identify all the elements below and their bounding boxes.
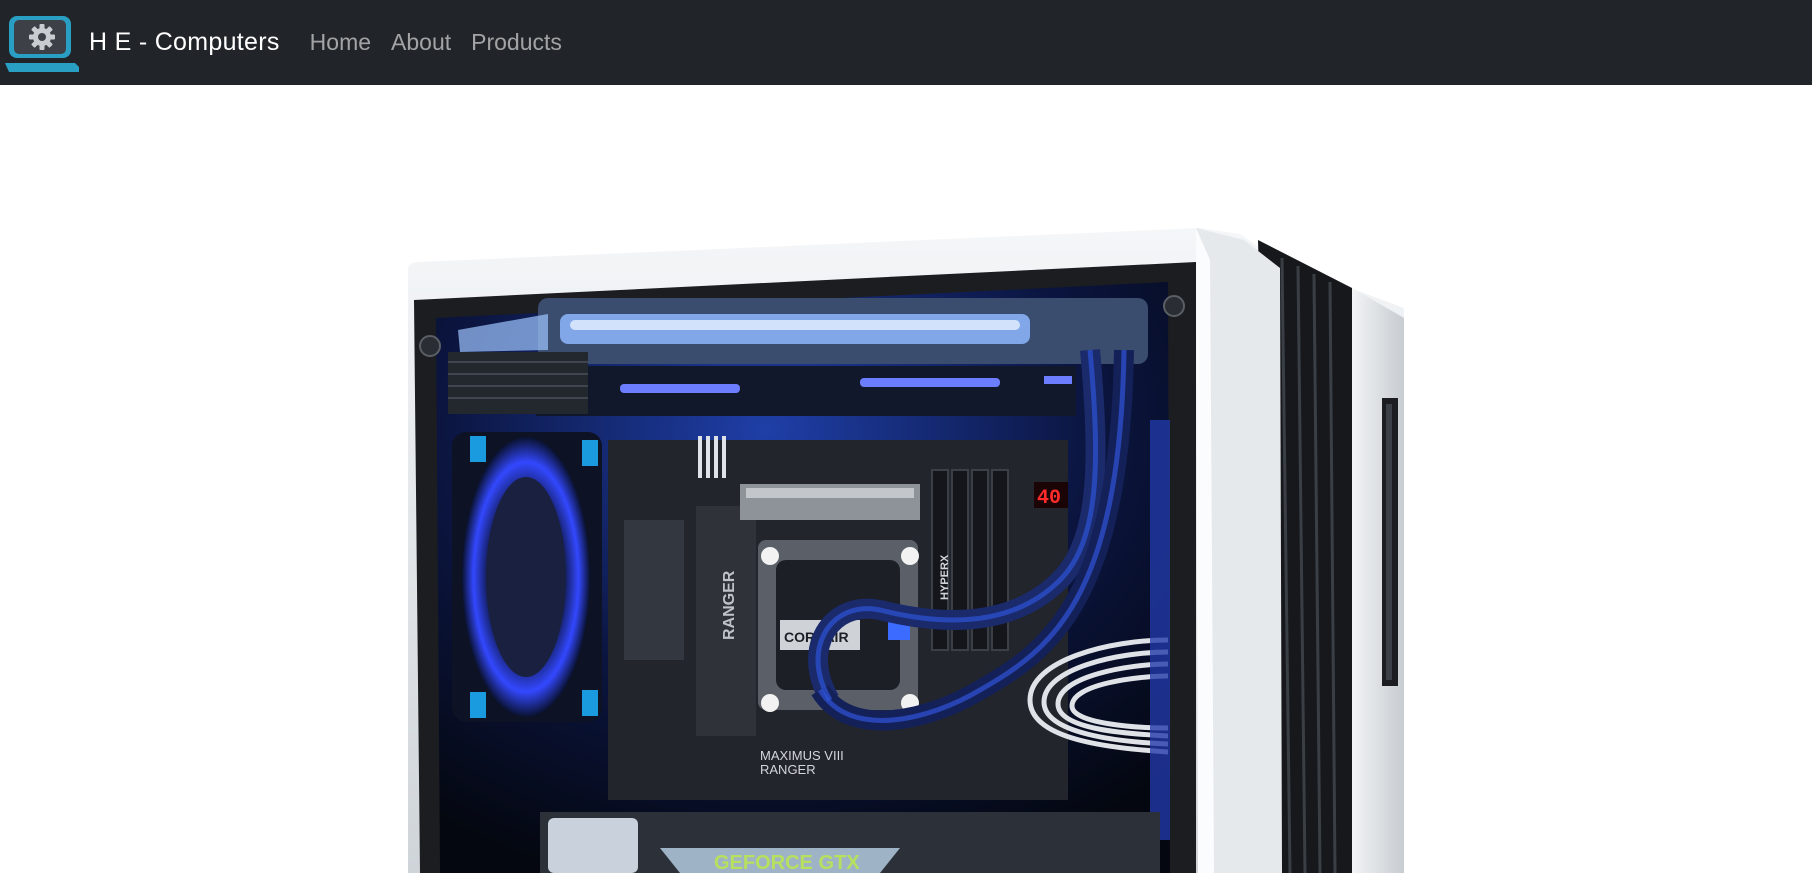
hero-section: RANGER CORSAIR HYPERX 40 MAXIMUS VIII RA… <box>0 85 1812 873</box>
top-navbar: H E - Computers Home About Products <box>0 0 1812 85</box>
nav-link-about[interactable]: About <box>391 29 451 56</box>
brand-link[interactable]: H E - Computers <box>0 0 280 85</box>
nav-link-home[interactable]: Home <box>310 29 371 56</box>
main-nav: Home About Products <box>310 29 582 56</box>
brand-name: H E - Computers <box>89 28 280 56</box>
gaming-pc-case-image: RANGER CORSAIR HYPERX 40 MAXIMUS VIII RA… <box>408 228 1404 873</box>
laptop-gear-icon <box>5 12 79 74</box>
ram-label: HYPERX <box>939 554 951 600</box>
board-name-line1: MAXIMUS VIII <box>760 748 844 763</box>
nav-link-products[interactable]: Products <box>471 29 562 56</box>
post-code-display: 40 <box>1037 487 1061 510</box>
board-name-line2: RANGER <box>760 762 816 777</box>
gpu-label: GEFORCE GTX <box>714 852 860 873</box>
heatsink-label: RANGER <box>721 570 738 640</box>
